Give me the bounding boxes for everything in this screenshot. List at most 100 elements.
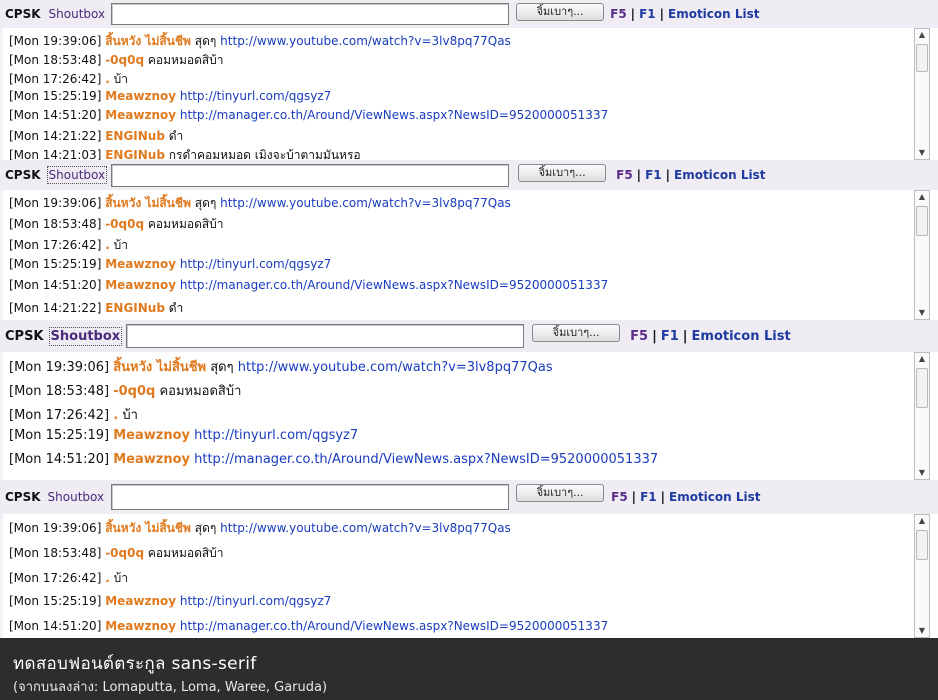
f5-link[interactable]: F5 bbox=[611, 490, 628, 504]
username[interactable]: ENGINub bbox=[105, 129, 165, 143]
username[interactable]: -0q0q bbox=[113, 384, 155, 399]
list-item: [Mon 18:53:48] -0q0q คอมหมอดสิบ้า bbox=[9, 51, 224, 70]
message-text: บ้า bbox=[113, 571, 128, 585]
username[interactable]: . bbox=[113, 408, 118, 423]
shoutbox-panel-2: CPSK Shoutbox จิ้มเบาๆ... F5 | F1 | Emoticon… bbox=[0, 160, 938, 320]
username[interactable]: . bbox=[105, 72, 110, 86]
message-link[interactable]: http://tinyurl.com/qgsyz7 bbox=[180, 257, 331, 271]
scroll-down-icon[interactable]: ▼ bbox=[915, 467, 929, 479]
scrollbar[interactable]: ▲ ▼ bbox=[914, 190, 930, 320]
username[interactable]: สิ้นหวัง ไม่สิ้นชีพ bbox=[105, 34, 191, 48]
message-link[interactable]: http://tinyurl.com/qgsyz7 bbox=[180, 594, 331, 608]
emoticon-list-link[interactable]: Emoticon List bbox=[668, 7, 760, 21]
f5-link[interactable]: F5 bbox=[630, 329, 648, 344]
shoutbox-link[interactable]: Shoutbox bbox=[47, 5, 108, 23]
send-button[interactable]: จิ้มเบาๆ... bbox=[518, 163, 607, 182]
separator: | bbox=[659, 7, 664, 21]
username[interactable]: Meawznoy bbox=[113, 452, 190, 467]
scroll-down-icon[interactable]: ▼ bbox=[915, 625, 929, 637]
message-link[interactable]: http://manager.co.th/Around/ViewNews.asp… bbox=[180, 278, 608, 292]
send-button[interactable]: จิ้มเบาๆ... bbox=[516, 484, 605, 502]
message-link[interactable]: http://www.youtube.com/watch?v=3lv8pq77Q… bbox=[220, 196, 511, 210]
f5-link[interactable]: F5 bbox=[610, 7, 627, 21]
message-link[interactable]: http://manager.co.th/Around/ViewNews.asp… bbox=[180, 108, 608, 122]
username[interactable]: . bbox=[105, 238, 110, 252]
message-link[interactable]: http://manager.co.th/Around/ViewNews.asp… bbox=[180, 619, 608, 633]
scroll-down-icon[interactable]: ▼ bbox=[915, 147, 929, 159]
username[interactable]: ENGINub bbox=[105, 301, 165, 315]
scrollbar[interactable]: ▲ ▼ bbox=[914, 28, 930, 160]
emoticon-list-link[interactable]: Emoticon List bbox=[674, 168, 766, 182]
message-link[interactable]: http://www.youtube.com/watch?v=3lv8pq77Q… bbox=[238, 360, 553, 375]
cpsk-label: CPSK bbox=[5, 7, 41, 21]
separator: | bbox=[652, 328, 657, 344]
list-item: [Mon 14:51:20] Meawznoy http://manager.c… bbox=[9, 108, 608, 122]
list-item: [Mon 14:21:22] ENGINub ดำ bbox=[9, 127, 183, 146]
message-log[interactable]: [Mon 19:39:06] สิ้นหวัง ไม่สิ้นชีพ สุดๆ … bbox=[0, 190, 934, 320]
shoutbox-link[interactable]: Shoutbox bbox=[48, 326, 123, 346]
message-link[interactable]: http://www.youtube.com/watch?v=3lv8pq77Q… bbox=[220, 34, 511, 48]
username[interactable]: สิ้นหวัง ไม่สิ้นชีพ bbox=[105, 196, 191, 210]
username[interactable]: Meawznoy bbox=[105, 278, 176, 292]
message-text: กรดำคอมหมอด เมิงจะบ้าตามมันหรอ bbox=[168, 148, 361, 160]
message-log[interactable]: [Mon 19:39:06] สิ้นหวัง ไม่สิ้นชีพ สุดๆ … bbox=[0, 514, 934, 638]
message-link[interactable]: http://manager.co.th/Around/ViewNews.asp… bbox=[194, 452, 658, 467]
username[interactable]: Meawznoy bbox=[113, 428, 190, 443]
f1-link[interactable]: F1 bbox=[661, 329, 679, 344]
scroll-thumb[interactable] bbox=[916, 44, 928, 72]
scroll-up-icon[interactable]: ▲ bbox=[915, 353, 929, 365]
message-log[interactable]: [Mon 19:39:06] สิ้นหวัง ไม่สิ้นชีพ สุดๆ … bbox=[0, 28, 934, 160]
timestamp: [Mon 18:53:48] bbox=[9, 217, 102, 231]
message-input[interactable] bbox=[111, 484, 510, 510]
message-input[interactable] bbox=[111, 163, 510, 187]
message-link[interactable]: http://www.youtube.com/watch?v=3lv8pq77Q… bbox=[220, 521, 511, 535]
username[interactable]: Meawznoy bbox=[105, 108, 176, 122]
f1-link[interactable]: F1 bbox=[645, 168, 662, 182]
scroll-up-icon[interactable]: ▲ bbox=[915, 29, 929, 41]
emoticon-list-link[interactable]: Emoticon List bbox=[692, 329, 791, 344]
f5-link[interactable]: F5 bbox=[616, 168, 633, 182]
list-item: [Mon 17:26:42] . บ้า bbox=[9, 404, 138, 425]
username[interactable]: Meawznoy bbox=[105, 619, 176, 633]
timestamp: [Mon 19:39:06] bbox=[9, 196, 102, 210]
toolbar-links: F5 | F1 | Emoticon List bbox=[616, 168, 765, 182]
username[interactable]: Meawznoy bbox=[105, 594, 176, 608]
emoticon-list-link[interactable]: Emoticon List bbox=[669, 490, 761, 504]
send-button[interactable]: จิ้มเบาๆ... bbox=[532, 324, 621, 342]
scroll-up-icon[interactable]: ▲ bbox=[915, 515, 929, 527]
message-input[interactable] bbox=[126, 324, 525, 348]
timestamp: [Mon 17:26:42] bbox=[9, 408, 110, 423]
shoutbox-panel-4: CPSK Shoutbox จิ้มเบาๆ... F5 | F1 | Emoticon… bbox=[0, 480, 938, 638]
username[interactable]: . bbox=[105, 571, 110, 585]
list-item: [Mon 14:51:20] Meawznoy http://manager.c… bbox=[9, 452, 658, 467]
scroll-thumb[interactable] bbox=[916, 206, 928, 236]
cpsk-label: CPSK bbox=[5, 168, 41, 182]
username[interactable]: สิ้นหวัง ไม่สิ้นชีพ bbox=[113, 360, 206, 375]
username[interactable]: -0q0q bbox=[105, 546, 144, 560]
username[interactable]: Meawznoy bbox=[105, 89, 176, 103]
shoutbox-link[interactable]: Shoutbox bbox=[46, 166, 108, 184]
scroll-down-icon[interactable]: ▼ bbox=[915, 307, 929, 319]
timestamp: [Mon 17:26:42] bbox=[9, 72, 102, 86]
username[interactable]: สิ้นหวัง ไม่สิ้นชีพ bbox=[105, 521, 191, 535]
scrollbar[interactable]: ▲ ▼ bbox=[914, 514, 930, 638]
send-button[interactable]: จิ้มเบาๆ... bbox=[516, 2, 605, 21]
f1-link[interactable]: F1 bbox=[640, 490, 657, 504]
message-log[interactable]: [Mon 19:39:06] สิ้นหวัง ไม่สิ้นชีพ สุดๆ … bbox=[0, 352, 934, 480]
scrollbar[interactable]: ▲ ▼ bbox=[914, 352, 930, 480]
username[interactable]: -0q0q bbox=[105, 217, 144, 231]
scroll-thumb[interactable] bbox=[916, 530, 928, 560]
timestamp: [Mon 17:26:42] bbox=[9, 571, 102, 585]
message-link[interactable]: http://tinyurl.com/qgsyz7 bbox=[194, 428, 358, 443]
f1-link[interactable]: F1 bbox=[639, 7, 656, 21]
scroll-up-icon[interactable]: ▲ bbox=[915, 191, 929, 203]
message-text: สุดๆ bbox=[194, 521, 217, 535]
username[interactable]: Meawznoy bbox=[105, 257, 176, 271]
message-input[interactable] bbox=[111, 3, 510, 25]
scroll-thumb[interactable] bbox=[916, 368, 928, 408]
message-link[interactable]: http://tinyurl.com/qgsyz7 bbox=[180, 89, 331, 103]
username[interactable]: ENGINub bbox=[105, 148, 165, 160]
shoutbox-link[interactable]: Shoutbox bbox=[46, 488, 107, 506]
list-item: [Mon 14:51:20] Meawznoy http://manager.c… bbox=[9, 619, 608, 633]
username[interactable]: -0q0q bbox=[105, 53, 144, 67]
